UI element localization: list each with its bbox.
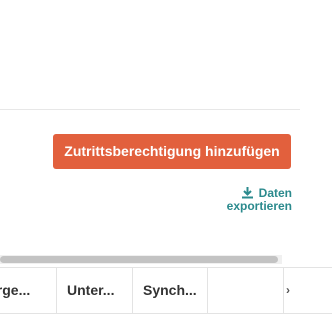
chevron-right-icon: › xyxy=(286,283,290,297)
column-header-3[interactable]: Synch... xyxy=(133,268,208,313)
export-data-link[interactable]: Daten exportieren xyxy=(212,186,292,213)
section-divider xyxy=(0,109,300,110)
horizontal-scrollbar[interactable] xyxy=(0,255,282,264)
column-header-label: Synch... xyxy=(143,282,197,298)
table-header-row: erge... Unter... Synch... › xyxy=(0,267,332,314)
column-header-label: Unter... xyxy=(67,282,115,298)
add-access-permission-button[interactable]: Zutrittsberechtigung hinzufügen xyxy=(53,134,291,169)
scrollbar-thumb[interactable] xyxy=(0,256,278,263)
export-data-label: Daten exportieren xyxy=(226,186,292,213)
column-header-1[interactable]: erge... xyxy=(0,268,57,313)
column-header-4[interactable] xyxy=(208,268,284,313)
column-header-label: erge... xyxy=(0,282,31,298)
column-header-2[interactable]: Unter... xyxy=(57,268,133,313)
column-header-more[interactable]: › xyxy=(284,268,332,313)
access-permissions-panel: Zutrittsberechtigung hinzufügen Daten ex… xyxy=(0,0,332,329)
download-icon xyxy=(241,186,254,199)
